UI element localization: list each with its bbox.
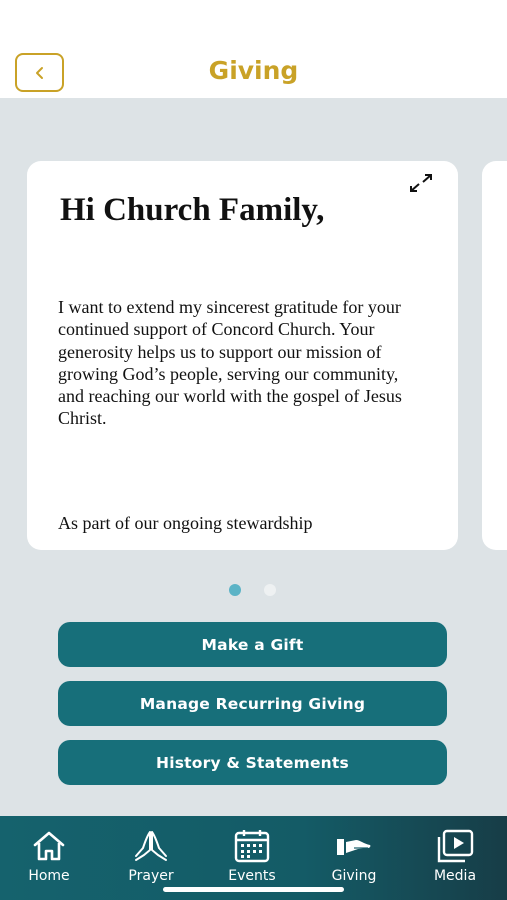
home-indicator xyxy=(163,887,344,892)
nav-item-home[interactable]: Home xyxy=(4,816,94,900)
nav-label-home: Home xyxy=(28,868,70,884)
card-heading: Hi Church Family, xyxy=(60,192,325,228)
praying-hands-icon xyxy=(135,831,167,861)
nav-label-events: Events xyxy=(228,868,276,884)
header: Giving xyxy=(0,0,507,98)
page-title: Giving xyxy=(208,56,299,85)
card-body: I want to extend my sincerest gratitude … xyxy=(58,297,402,429)
history-statements-button[interactable]: History & Statements xyxy=(58,740,447,785)
nav-label-giving: Giving xyxy=(331,868,377,884)
next-card-peek[interactable] xyxy=(482,161,507,550)
pagination-dot-active[interactable] xyxy=(229,584,241,596)
expand-icon[interactable] xyxy=(408,172,434,194)
card-body-continued: As part of our ongoing stewardship xyxy=(58,513,313,533)
giving-hand-icon xyxy=(337,839,371,855)
nav-item-media[interactable]: Media xyxy=(410,816,500,900)
nav-label-media: Media xyxy=(433,868,477,884)
pagination-dot[interactable] xyxy=(264,584,276,596)
message-card[interactable]: Hi Church Family, I want to extend my si… xyxy=(27,161,458,550)
home-icon xyxy=(33,831,65,861)
calendar-icon xyxy=(234,830,270,863)
nav-label-prayer: Prayer xyxy=(128,868,174,884)
manage-recurring-giving-button[interactable]: Manage Recurring Giving xyxy=(58,681,447,726)
make-gift-button[interactable]: Make a Gift xyxy=(58,622,447,667)
play-media-icon xyxy=(437,829,474,863)
